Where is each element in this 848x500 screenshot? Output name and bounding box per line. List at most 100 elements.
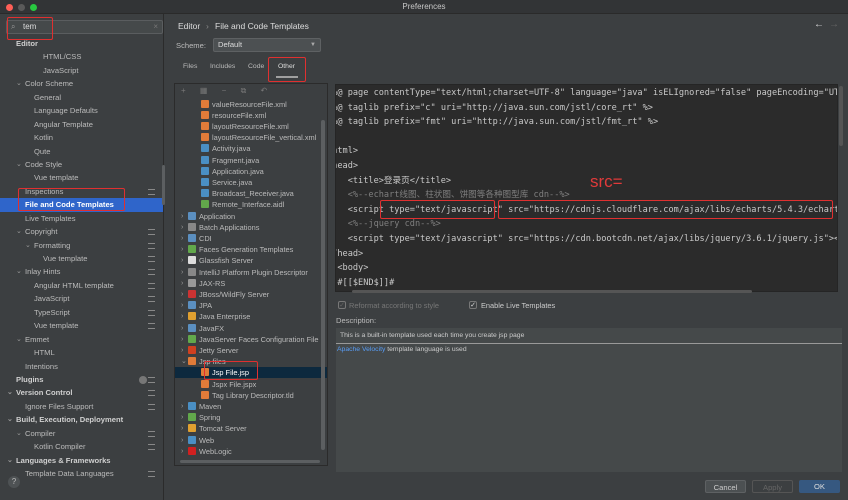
close-window-button[interactable] [6, 4, 13, 11]
chevron-right-icon[interactable]: › [181, 255, 183, 266]
editor-horizontal-scrollbar[interactable] [352, 290, 752, 293]
template-tree-item[interactable]: › Jetty Server [175, 345, 327, 356]
sidebar-item[interactable]: ⌄ Copyright [0, 225, 163, 238]
sidebar-item[interactable]: Language Defaults [0, 104, 163, 117]
live-templates-checkbox[interactable]: ✓ [469, 301, 477, 309]
chevron-right-icon[interactable]: › [181, 423, 183, 434]
chevron-right-icon[interactable]: › [181, 401, 183, 412]
reformat-checkbox[interactable]: ✓ [338, 301, 346, 309]
sidebar-item[interactable]: Live Templates [0, 212, 163, 225]
sidebar-item[interactable]: ⌄ Code Style [0, 158, 163, 171]
sidebar-item[interactable]: General [0, 91, 163, 104]
sidebar-item[interactable]: Vue template [0, 252, 163, 265]
chevron-down-icon[interactable]: ⌄ [16, 265, 22, 278]
sidebar-item[interactable]: ⌄ Emmet [0, 333, 163, 346]
template-tree-item[interactable]: › JPA [175, 300, 327, 311]
sidebar-item[interactable]: ⌄ Formatting [0, 239, 163, 252]
forward-arrow-icon[interactable]: → [829, 19, 839, 30]
chevron-down-icon[interactable]: ⌄ [25, 239, 31, 252]
chevron-down-icon[interactable]: ⌄ [16, 333, 22, 346]
chevron-right-icon[interactable]: › [181, 222, 183, 233]
minimize-window-button[interactable] [18, 4, 25, 11]
sidebar-item[interactable]: Plugins [0, 373, 163, 386]
chevron-right-icon[interactable]: › [181, 323, 183, 334]
template-tree-item[interactable]: › Tomcat Server [175, 423, 327, 434]
chevron-right-icon[interactable]: › [181, 244, 183, 255]
template-tree-item[interactable]: Broadcast_Receiver.java [175, 188, 327, 199]
apache-velocity-link[interactable]: Apache Velocity [337, 346, 385, 353]
template-tree-item[interactable]: › JavaServer Faces Configuration File [175, 334, 327, 345]
help-button[interactable]: ? [8, 476, 20, 488]
chevron-right-icon[interactable]: › [181, 334, 183, 345]
template-tree-item[interactable]: › Application [175, 211, 327, 222]
template-tree-item[interactable]: Application.java [175, 166, 327, 177]
chevron-right-icon[interactable]: › [181, 435, 183, 446]
sidebar-item[interactable]: Angular HTML template [0, 279, 163, 292]
sidebar-item[interactable]: HTML [0, 346, 163, 359]
scheme-select[interactable]: Default ▼ [213, 38, 321, 52]
template-tree-item[interactable]: Service.java [175, 177, 327, 188]
chevron-right-icon[interactable]: › [181, 345, 183, 356]
template-tree-item[interactable]: layoutResourceFile.xml [175, 121, 327, 132]
chevron-right-icon[interactable]: › [181, 289, 183, 300]
chevron-down-icon[interactable]: ⌄ [7, 454, 13, 467]
template-tree-item[interactable]: Activity.java [175, 143, 327, 154]
template-tree-item[interactable]: Jspx File.jspx [175, 379, 327, 390]
template-tree-item[interactable]: › Glassfish Server [175, 255, 327, 266]
chevron-down-icon[interactable]: ⌄ [181, 356, 187, 367]
sidebar-item[interactable]: ⌄ Compiler [0, 427, 163, 440]
chevron-right-icon[interactable]: › [181, 211, 183, 222]
sidebar-item[interactable]: Angular Template [0, 118, 163, 131]
tree-toolbar[interactable]: + ▦ − ⧉ ↶ [175, 84, 327, 98]
template-tree-item[interactable]: Remote_Interface.aidl [175, 199, 327, 210]
template-tree-item[interactable]: › CDI [175, 233, 327, 244]
sidebar-item[interactable]: Kotlin [0, 131, 163, 144]
sidebar-item[interactable]: ⌄ Languages & Frameworks [0, 454, 163, 467]
breadcrumb-parent[interactable]: Editor [178, 21, 200, 31]
zoom-window-button[interactable] [30, 4, 37, 11]
editor-scrollbar[interactable] [839, 86, 843, 146]
template-tree-item[interactable]: › Batch Applications [175, 222, 327, 233]
tab-code[interactable]: Code [248, 63, 264, 70]
tree-horizontal-scrollbar[interactable] [180, 460, 320, 463]
chevron-right-icon[interactable]: › [181, 267, 183, 278]
sidebar-item[interactable]: JavaScript [0, 64, 163, 77]
clear-search-icon[interactable]: × [153, 21, 158, 33]
tree-scrollbar[interactable] [321, 120, 325, 450]
sidebar-item[interactable]: Vue template [0, 319, 163, 332]
template-tree-item[interactable]: › Maven [175, 401, 327, 412]
sidebar-item[interactable]: ⌄ Version Control [0, 386, 163, 399]
tab-includes[interactable]: Includes [210, 63, 235, 70]
apply-button[interactable]: Apply [752, 480, 793, 493]
chevron-down-icon[interactable]: ⌄ [7, 386, 13, 399]
chevron-right-icon[interactable]: › [181, 278, 183, 289]
template-tree-item[interactable]: Tag Library Descriptor.tld [175, 390, 327, 401]
chevron-down-icon[interactable]: ⌄ [7, 413, 13, 426]
template-tree-item[interactable]: › Web [175, 435, 327, 446]
template-tree-item[interactable]: › Java Enterprise [175, 311, 327, 322]
sidebar-item[interactable]: Vue template [0, 171, 163, 184]
template-tree-item[interactable]: › JBoss/WildFly Server [175, 289, 327, 300]
sidebar-item[interactable]: Ignore Files Support [0, 400, 163, 413]
sidebar-item[interactable]: HTML/CSS [0, 50, 163, 63]
template-tree-item[interactable]: › Spring [175, 412, 327, 423]
template-tree-item[interactable]: layoutResourceFile_vertical.xml [175, 132, 327, 143]
chevron-right-icon[interactable]: › [181, 233, 183, 244]
sidebar-scrollbar[interactable] [162, 165, 165, 205]
chevron-right-icon[interactable]: › [181, 446, 183, 457]
template-tree-item[interactable]: valueResourceFile.xml [175, 99, 327, 110]
template-tree-item[interactable]: resourceFile.xml [175, 110, 327, 121]
template-tree-item[interactable]: Fragment.java [175, 155, 327, 166]
ok-button[interactable]: OK [799, 480, 840, 493]
template-tree-item[interactable]: › Faces Generation Templates [175, 244, 327, 255]
sidebar-item[interactable]: Intentions [0, 360, 163, 373]
sidebar-item[interactable]: ⌄ Color Scheme [0, 77, 163, 90]
sidebar-item[interactable]: ⌄ Inlay Hints [0, 265, 163, 278]
chevron-down-icon[interactable]: ⌄ [16, 225, 22, 238]
tab-files[interactable]: Files [183, 63, 197, 70]
chevron-right-icon[interactable]: › [181, 412, 183, 423]
chevron-down-icon[interactable]: ⌄ [16, 77, 22, 90]
sidebar-item[interactable]: Qute [0, 145, 163, 158]
sidebar-item[interactable]: Template Data Languages [0, 467, 163, 480]
chevron-right-icon[interactable]: › [181, 300, 183, 311]
